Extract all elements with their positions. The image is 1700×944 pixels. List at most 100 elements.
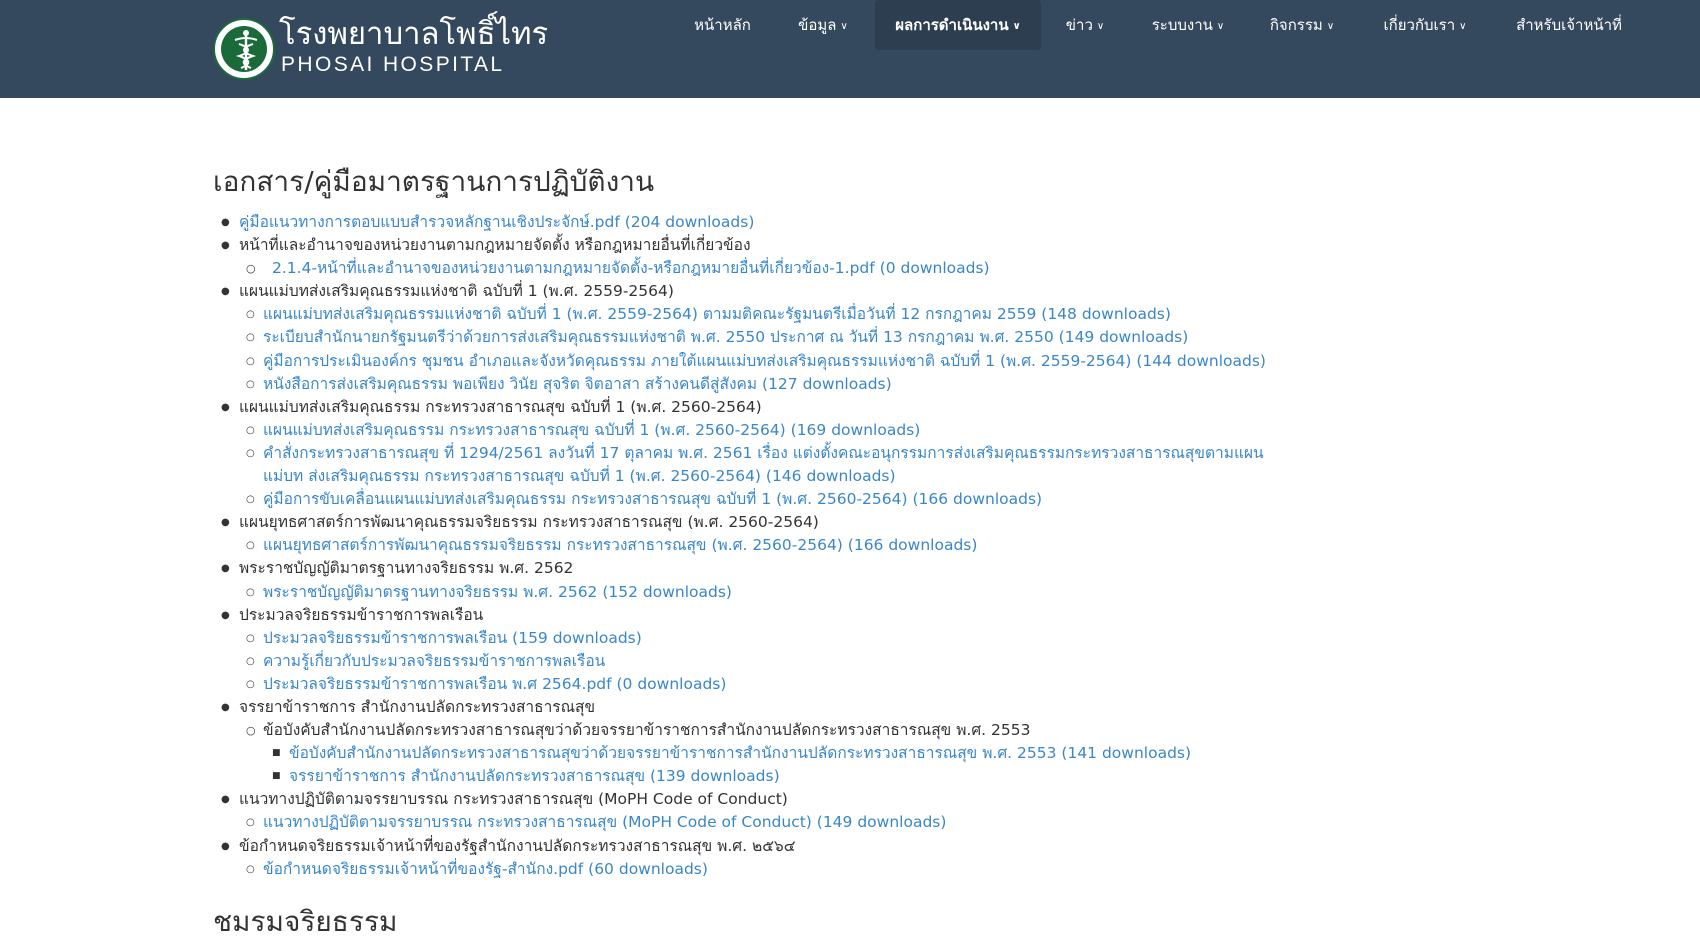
document-download-link[interactable]: ข้อบังคับสำนักงานปลัดกระทรวงสาธารณสุขว่า… xyxy=(289,744,1191,762)
document-download-link[interactable]: แผนแม่บทส่งเสริมคุณธรรม กระทรวงสาธารณสุข… xyxy=(263,421,920,439)
document-group-label: ข้อกำหนดจริยธรรมเจ้าหน้าที่ของรัฐสำนักงา… xyxy=(239,836,796,855)
document-download-link[interactable]: ระเบียบสำนักนายกรัฐมนตรีว่าด้วยการส่งเสร… xyxy=(263,328,1188,346)
menu-news-label: ข่าว xyxy=(1065,16,1093,34)
document-download-link[interactable]: คู่มือการประเมินองค์กร ชุมชน อำเภอและจัง… xyxy=(263,352,1266,370)
menu-staff[interactable]: สำหรับเจ้าหน้าที่ xyxy=(1504,0,1634,50)
hospital-name-thai: โรงพยาบาลโพธิ์ไทร xyxy=(279,16,549,52)
chevron-down-icon: ∨ xyxy=(1459,21,1467,32)
circle-bullet-icon: ○ xyxy=(246,424,255,436)
document-list: ● คู่มือแนวทางการตอบแบบสำรวจหลักฐานเชิงปร… xyxy=(213,211,1513,881)
document-download-link[interactable]: แผนยุทธศาสตร์การพัฒนาคุณธรรมจริยธรรม กระ… xyxy=(263,536,977,554)
disc-bullet-icon: ● xyxy=(221,794,230,806)
document-group-label: หน้าที่และอำนาจของหน่วยงานตามกฎหมายจัดตั… xyxy=(239,236,751,255)
document-group-heading: ○ ข้อบังคับสำนักงานปลัดกระทรวงสาธารณสุขว่… xyxy=(213,719,1513,742)
document-download-link[interactable]: หนังสือการส่งเสริมคุณธรรม พอเพียง วินัย … xyxy=(263,375,892,393)
menu-activities[interactable]: กิจกรรม ∨ xyxy=(1258,0,1346,50)
circle-bullet-icon: ○ xyxy=(246,540,255,552)
disc-bullet-icon: ● xyxy=(221,609,230,621)
circle-bullet-icon: ○ xyxy=(246,447,255,459)
menu-home[interactable]: หน้าหลัก xyxy=(675,0,770,50)
document-group-label: แนวทางปฏิบัติตามจรรยาบรรณ กระทรวงสาธารณส… xyxy=(239,790,788,809)
menu-info[interactable]: ข้อมูล ∨ xyxy=(783,0,863,50)
circle-bullet-icon: ○ xyxy=(246,378,255,390)
document-link-item: ■ จรรยาข้าราชการ สำนักงานปลัดกระทรวงสาธาร… xyxy=(213,765,1513,788)
menu-about[interactable]: เกี่ยวกับเรา ∨ xyxy=(1370,0,1480,50)
disc-bullet-icon: ● xyxy=(221,840,230,852)
hospital-logo[interactable]: โรงพยาบาลโพธิ์ไทร PHOSAI HOSPITAL xyxy=(213,17,548,81)
document-download-link[interactable]: จรรยาข้าราชการ สำนักงานปลัดกระทรวงสาธารณ… xyxy=(289,767,780,785)
document-link-item: ○ ข้อกำหนดจริยธรรมเจ้าหน้าที่ของรัฐ-สำนัก… xyxy=(213,858,1513,881)
document-group-heading: ● หน้าที่และอำนาจของหน่วยงานตามกฎหมายจัดต… xyxy=(213,234,1513,257)
circle-bullet-icon: ○ xyxy=(246,262,256,276)
disc-bullet-icon: ● xyxy=(221,286,230,298)
circle-bullet-icon: ○ xyxy=(246,655,255,667)
disc-bullet-icon: ● xyxy=(221,217,230,228)
document-link-item: ○ แนวทางปฏิบัติตามจรรยาบรรณ กระทรวงสาธารณ… xyxy=(213,811,1513,834)
disc-bullet-icon: ● xyxy=(221,517,230,529)
next-section-title: ชมรมจริยธรรม xyxy=(213,905,398,938)
circle-bullet-icon: ○ xyxy=(246,678,255,690)
circle-bullet-icon: ○ xyxy=(246,724,256,738)
document-link-item: ○ 2.1.4-หน้าที่และอำนาจของหน่วยงานตามกฎหม… xyxy=(213,257,1513,280)
document-group-label: พระราชบัญญัติมาตรฐานทางจริยธรรม พ.ศ. 256… xyxy=(239,559,574,578)
document-download-link[interactable]: 2.1.4-หน้าที่และอำนาจของหน่วยงานตามกฎหมา… xyxy=(272,259,990,277)
document-group-heading: ● แผนแม่บทส่งเสริมคุณธรรมแห่งชาติ ฉบับที่… xyxy=(213,280,1513,303)
circle-bullet-icon: ○ xyxy=(246,817,255,829)
circle-bullet-icon: ○ xyxy=(246,355,255,367)
document-link-item: ○ หนังสือการส่งเสริมคุณธรรม พอเพียง วินัย… xyxy=(213,373,1513,396)
page-title: เอกสาร/คู่มือมาตรฐานการปฏิบัติงาน xyxy=(213,165,655,198)
chevron-down-icon: ∨ xyxy=(840,21,848,32)
chevron-down-icon: ∨ xyxy=(1096,21,1105,32)
document-link-item: ○ แผนยุทธศาสตร์การพัฒนาคุณธรรมจริยธรรม กร… xyxy=(213,534,1513,557)
menu-home-label: หน้าหลัก xyxy=(694,16,751,34)
circle-bullet-icon: ○ xyxy=(246,632,255,644)
document-download-link[interactable]: แนวทางปฏิบัติตามจรรยาบรรณ กระทรวงสาธารณส… xyxy=(263,813,946,831)
document-link-item: ○ แผนแม่บทส่งเสริมคุณธรรม กระทรวงสาธารณสุ… xyxy=(213,419,1513,442)
square-bullet-icon: ■ xyxy=(272,771,281,782)
document-group-heading: ● แผนแม่บทส่งเสริมคุณธรรม กระทรวงสาธารณสุ… xyxy=(213,396,1513,419)
circle-bullet-icon: ○ xyxy=(246,494,255,506)
disc-bullet-icon: ● xyxy=(221,701,230,713)
document-group-label: แผนยุทธศาสตร์การพัฒนาคุณธรรมจริยธรรม กระ… xyxy=(239,513,819,532)
menu-systems[interactable]: ระบบงาน ∨ xyxy=(1140,0,1236,50)
document-download-link[interactable]: ข้อกำหนดจริยธรรมเจ้าหน้าที่ของรัฐ-สำนักง… xyxy=(263,860,708,878)
document-link-item: ○ พระราชบัญญัติมาตรฐานทางจริยธรรม พ.ศ. 25… xyxy=(213,581,1513,604)
document-download-link[interactable]: ประมวลจริยธรรมข้าราชการพลเรือน พ.ศ 2564.… xyxy=(263,675,726,693)
document-group-label: ประมวลจริยธรรมข้าราชการพลเรือน xyxy=(239,605,484,624)
document-download-link[interactable]: คู่มือแนวทางการตอบแบบสำรวจหลักฐานเชิงประ… xyxy=(239,213,754,231)
square-bullet-icon: ■ xyxy=(272,748,281,759)
document-link-item: ○ ระเบียบสำนักนายกรัฐมนตรีว่าด้วยการส่งเส… xyxy=(213,326,1513,349)
chevron-down-icon: ∨ xyxy=(1326,21,1335,32)
document-group-heading: ● พระราชบัญญัติมาตรฐานทางจริยธรรม พ.ศ. 25… xyxy=(213,557,1513,580)
circle-bullet-icon: ○ xyxy=(246,332,255,344)
document-link-item: ○ ประมวลจริยธรรมข้าราชการพลเรือน พ.ศ 2564… xyxy=(213,673,1513,696)
menu-performance-label: ผลการดำเนินงาน xyxy=(895,16,1009,34)
ministry-public-health-seal-icon xyxy=(213,18,275,80)
document-group-label: แผนแม่บทส่งเสริมคุณธรรม กระทรวงสาธารณสุข… xyxy=(239,397,762,416)
menu-about-label: เกี่ยวกับเรา xyxy=(1383,16,1456,34)
top-navbar: โรงพยาบาลโพธิ์ไทร PHOSAI HOSPITAL หน้าหล… xyxy=(0,0,1700,98)
menu-systems-label: ระบบงาน xyxy=(1151,16,1213,34)
document-link-item: ○ คู่มือการขับเคลื่อนแผนแม่บทส่งเสริมคุณธ… xyxy=(213,488,1513,511)
menu-staff-label: สำหรับเจ้าหน้าที่ xyxy=(1516,16,1622,34)
disc-bullet-icon: ● xyxy=(221,563,230,575)
document-group-label: จรรยาข้าราชการ สำนักงานปลัดกระทรวงสาธารณ… xyxy=(239,697,596,716)
menu-news[interactable]: ข่าว ∨ xyxy=(1053,0,1117,50)
menu-performance[interactable]: ผลการดำเนินงาน ∨ xyxy=(875,0,1041,50)
disc-bullet-icon: ● xyxy=(221,401,230,413)
document-download-link[interactable]: คำสั่งกระทรวงสาธารณสุข ที่ 1294/2561 ลงว… xyxy=(263,442,1273,488)
document-download-link[interactable]: แผนแม่บทส่งเสริมคุณธรรมแห่งชาติ ฉบับที่ … xyxy=(263,305,1171,323)
document-download-link[interactable]: ความรู้เกี่ยวกับประมวลจริยธรรมข้าราชการพ… xyxy=(263,652,605,670)
document-group-heading: ● แนวทางปฏิบัติตามจรรยาบรรณ กระทรวงสาธารณ… xyxy=(213,788,1513,811)
document-group-label: ข้อบังคับสำนักงานปลัดกระทรวงสาธารณสุขว่า… xyxy=(263,721,1031,740)
document-download-link[interactable]: คู่มือการขับเคลื่อนแผนแม่บทส่งเสริมคุณธร… xyxy=(263,490,1042,508)
document-download-link[interactable]: พระราชบัญญัติมาตรฐานทางจริยธรรม พ.ศ. 256… xyxy=(263,583,732,601)
document-group-heading: ● ประมวลจริยธรรมข้าราชการพลเรือน xyxy=(213,604,1513,627)
hospital-name-english: PHOSAI HOSPITAL xyxy=(281,53,505,76)
document-download-link[interactable]: ประมวลจริยธรรมข้าราชการพลเรือน (159 down… xyxy=(263,629,642,647)
chevron-down-icon: ∨ xyxy=(1012,21,1021,32)
document-link-item: ■ ข้อบังคับสำนักงานปลัดกระทรวงสาธารณสุขว่… xyxy=(213,742,1513,765)
document-link-item: ○ คำสั่งกระทรวงสาธารณสุข ที่ 1294/2561 ลง… xyxy=(213,442,1513,488)
document-link-item: ○ ความรู้เกี่ยวกับประมวลจริยธรรมข้าราชการ… xyxy=(213,650,1513,673)
document-link-item: ○ ประมวลจริยธรรมข้าราชการพลเรือน (159 dow… xyxy=(213,627,1513,650)
